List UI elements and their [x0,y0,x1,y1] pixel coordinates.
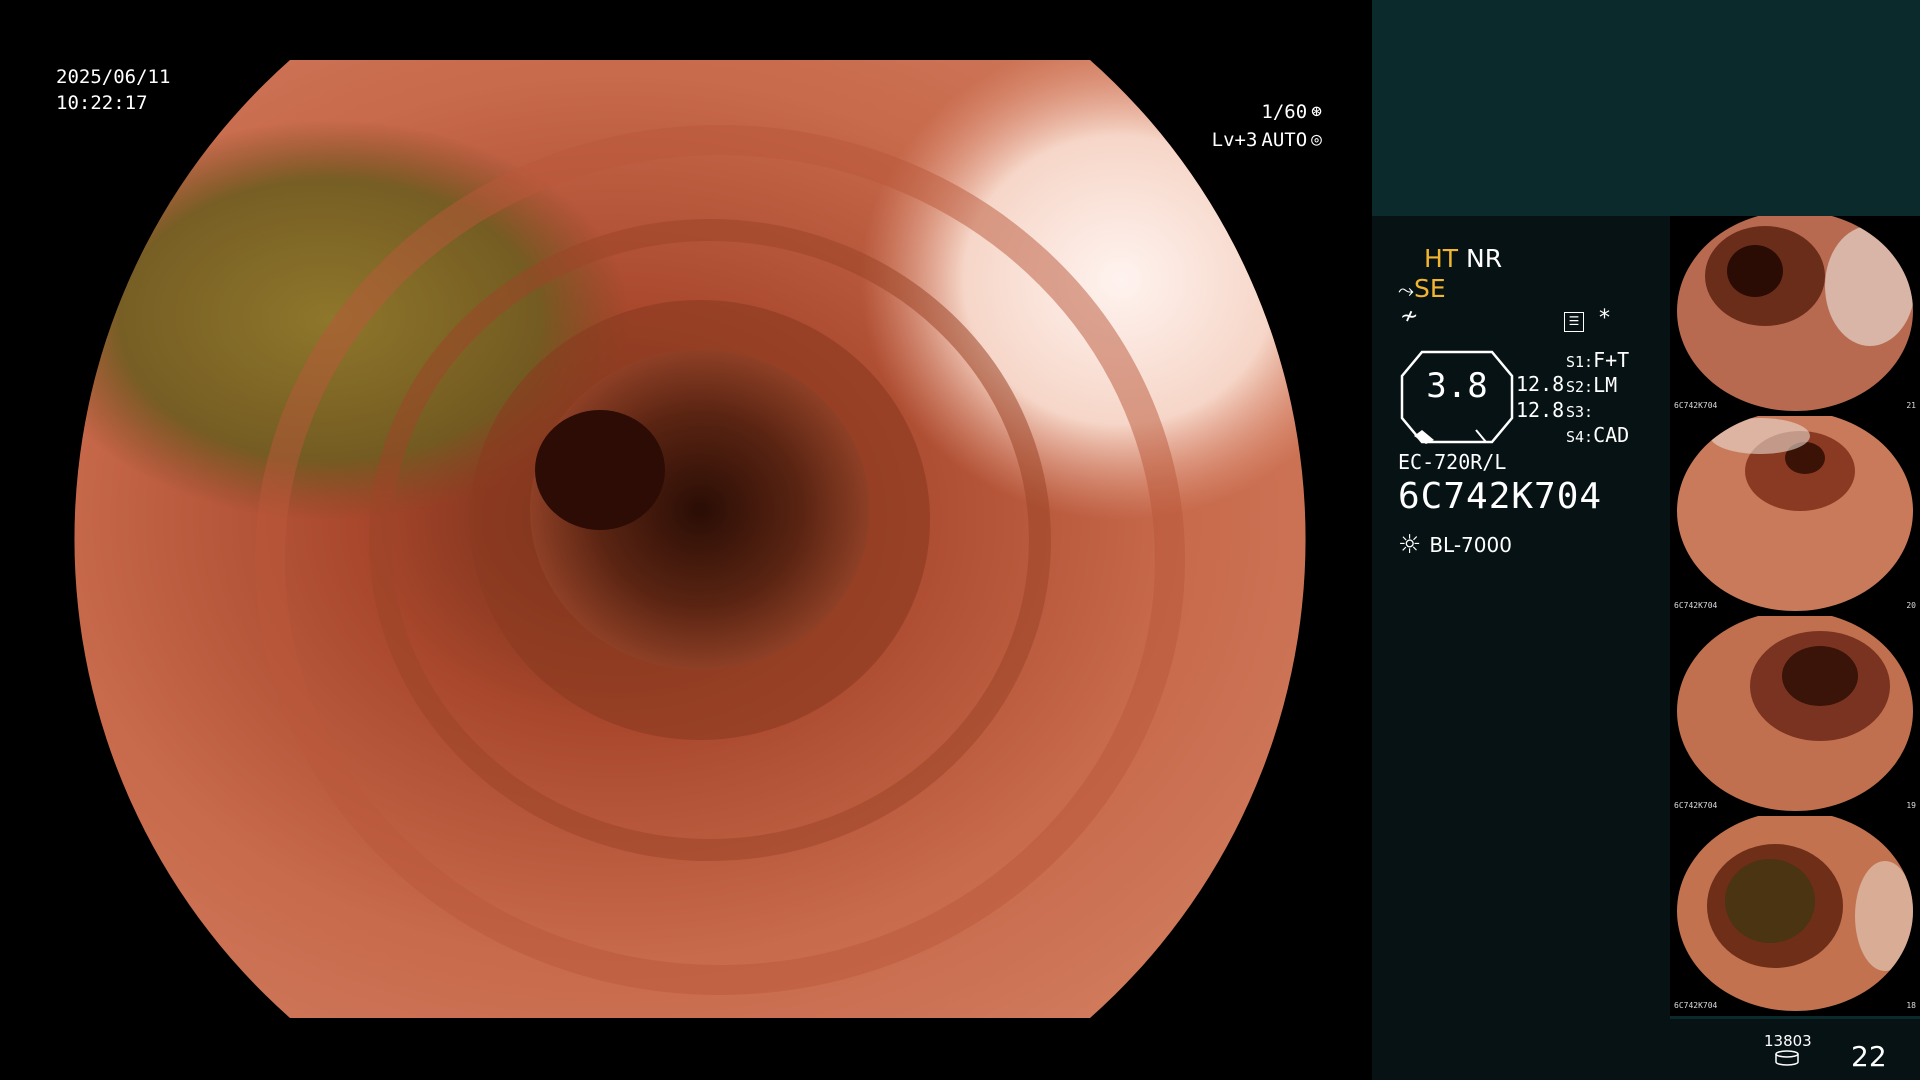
structure-icon: ⤳ [1398,278,1414,302]
endoscope-image [74,60,1306,1018]
thumbnail-picture [1677,216,1913,411]
se-indicator: SE [1414,274,1446,303]
menu-icon: ☰ [1564,312,1584,332]
thumbnail-picture [1677,416,1913,611]
thumbnail-image[interactable]: 6C742K704 19 [1670,616,1920,819]
thumbnail-label: 6C742K704 [1674,1001,1718,1010]
s2-key: S2: [1566,378,1594,396]
thumbnail-image[interactable]: 6C742K704 20 [1670,416,1920,619]
settings-hud: HT NR ⤳SE ≁ ☰ * 3.8 12.8 12.8 S1:F+T S2:… [1372,216,1670,1080]
storage-icon [1775,1050,1799,1066]
shutter-speed: 1/60 [1261,101,1308,123]
level-text: Lv+3 [1211,129,1258,151]
time-text: 10:22:17 [56,92,148,114]
star-indicator: * [1599,306,1610,331]
thumbnail-index: 20 [1906,601,1916,610]
exposure-readout: 1/60 ⊛ Lv+3 AUTO ◎ [1212,98,1322,154]
thumbnail-image[interactable]: 6C742K704 21 [1670,216,1920,419]
date-text: 2025/06/11 [56,66,171,88]
thumbnail-label: 6C742K704 [1674,801,1718,810]
iris-icon: ◎ [1311,129,1322,150]
thumbnail-picture [1677,616,1913,811]
info-panel: HT NR ⤳SE ≁ ☰ * 3.8 12.8 12.8 S1:F+T S2:… [1372,0,1920,1080]
color-enhance-icon: ≁ [1400,304,1419,329]
s4-value: CAD [1593,423,1630,447]
parameter-value-1: 12.8 [1516,372,1565,396]
thumbnail-index: 21 [1906,401,1916,410]
scope-serial: 6C742K704 [1398,476,1603,517]
thumbnail-index: 19 [1906,801,1916,810]
s3-key: S3: [1566,403,1594,421]
timestamp: 2025/06/11 10:22:17 [56,64,170,116]
thumbnail-image[interactable]: 6C742K704 18 [1670,816,1920,1019]
s2-value: LM [1593,373,1618,397]
aperture-icon: ⊛ [1311,101,1322,122]
zoom-value: 3.8 [1426,366,1488,406]
sun-icon: ☼ [1398,530,1422,560]
s1-key: S1: [1566,353,1594,371]
thumbnail-label: 6C742K704 [1674,601,1718,610]
panel-header-area [1372,0,1920,216]
scope-model: EC-720R/L [1398,450,1507,474]
s4-key: S4: [1566,428,1594,446]
lamp-model: BL-7000 [1429,533,1512,557]
light-source: ☼ BL-7000 [1398,530,1512,560]
thumbnail-index: 18 [1906,1001,1916,1010]
ht-indicator: HT [1424,244,1459,273]
nr-indicator: NR [1466,244,1503,273]
record-count: 13803 [1764,1032,1812,1050]
endoscope-view: 2025/06/11 10:22:17 1/60 ⊛ Lv+3 AUTO ◎ [0,0,1372,1080]
s1-value: F+T [1593,348,1630,372]
parameter-value-2: 12.8 [1516,398,1565,422]
thumbnail-strip: 6C742K704 21 6C742K704 20 6C742K704 19 6… [1670,216,1920,1019]
mode-text: AUTO [1261,129,1308,151]
thumbnail-label: 6C742K704 [1674,401,1718,410]
thumbnail-picture [1677,816,1913,1011]
image-counter: 22 [1851,1040,1887,1073]
